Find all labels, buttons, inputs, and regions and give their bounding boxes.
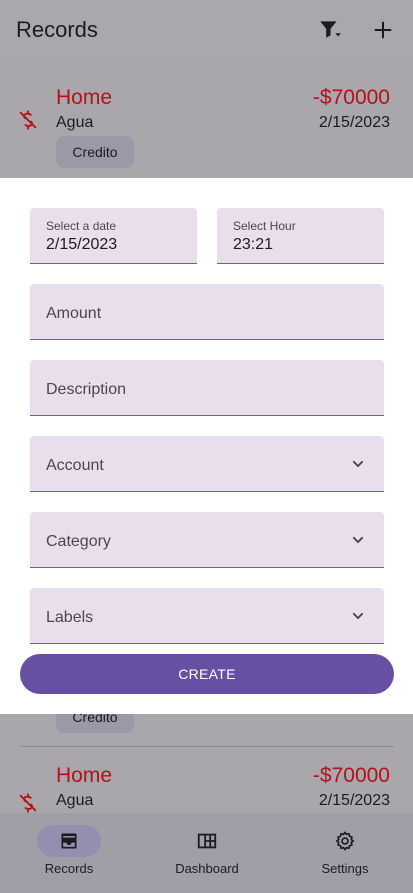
record-date: 2/15/2023 [318, 114, 390, 131]
create-record-dialog: Select a date 2/15/2023 Select Hour 23:2… [0, 178, 413, 714]
chevron-down-icon [352, 612, 364, 620]
hour-field[interactable]: Select Hour 23:21 [217, 208, 384, 264]
amount-input[interactable]: Amount [30, 284, 384, 340]
account-placeholder: Account [46, 457, 104, 474]
record-amount: -$70000 [312, 86, 390, 109]
list-item[interactable]: Home Agua -$70000 2/15/2023 Credito [0, 60, 413, 180]
nav-label: Settings [321, 861, 369, 876]
record-account: Agua [56, 114, 94, 131]
description-input[interactable]: Description [30, 360, 384, 416]
record-title: Home [56, 86, 113, 109]
hour-field-label: Select Hour [233, 219, 296, 233]
money-off-icon [19, 793, 37, 813]
category-placeholder: Category [46, 533, 111, 550]
nav-item-records[interactable]: Records [19, 825, 119, 887]
app-bar: Records [0, 0, 413, 60]
label-chip[interactable]: Credito [56, 136, 134, 168]
labels-select[interactable]: Labels [30, 588, 384, 644]
nav-indicator [37, 825, 101, 857]
date-field-value: 2/15/2023 [46, 236, 118, 253]
nav-label: Dashboard [175, 861, 239, 876]
plus-icon [374, 21, 392, 39]
nav-indicator [313, 825, 377, 857]
date-field[interactable]: Select a date 2/15/2023 [30, 208, 197, 264]
hour-field-value: 23:21 [233, 236, 274, 253]
list-divider [20, 746, 394, 747]
account-select[interactable]: Account [30, 436, 384, 492]
create-button[interactable]: CREATE [20, 654, 394, 694]
list-item[interactable]: Home Agua -$70000 2/15/2023 [0, 748, 413, 813]
nav-item-settings[interactable]: Settings [295, 825, 395, 887]
nav-label: Records [44, 861, 94, 876]
add-record-button[interactable] [367, 14, 399, 46]
record-date: 2/15/2023 [318, 792, 390, 809]
date-field-label: Select a date [46, 219, 117, 233]
record-account: Agua [56, 792, 94, 809]
dashboard-icon [197, 833, 217, 849]
record-amount: -$70000 [312, 764, 390, 787]
nav-item-dashboard[interactable]: Dashboard [157, 825, 257, 887]
description-placeholder: Description [46, 381, 127, 398]
chevron-down-icon [352, 460, 364, 468]
filter-icon [320, 21, 341, 38]
inbox-icon [61, 833, 77, 849]
category-select[interactable]: Category [30, 512, 384, 568]
page-title: Records [16, 17, 98, 42]
labels-placeholder: Labels [46, 609, 94, 626]
gear-icon [335, 831, 355, 851]
amount-placeholder: Amount [46, 305, 102, 322]
bottom-navigation: Records Dashboard Settings [0, 813, 413, 893]
filter-button[interactable] [314, 14, 346, 46]
record-title: Home [56, 764, 113, 787]
nav-indicator [175, 825, 239, 857]
money-off-icon [19, 110, 37, 130]
chevron-down-icon [352, 536, 364, 544]
